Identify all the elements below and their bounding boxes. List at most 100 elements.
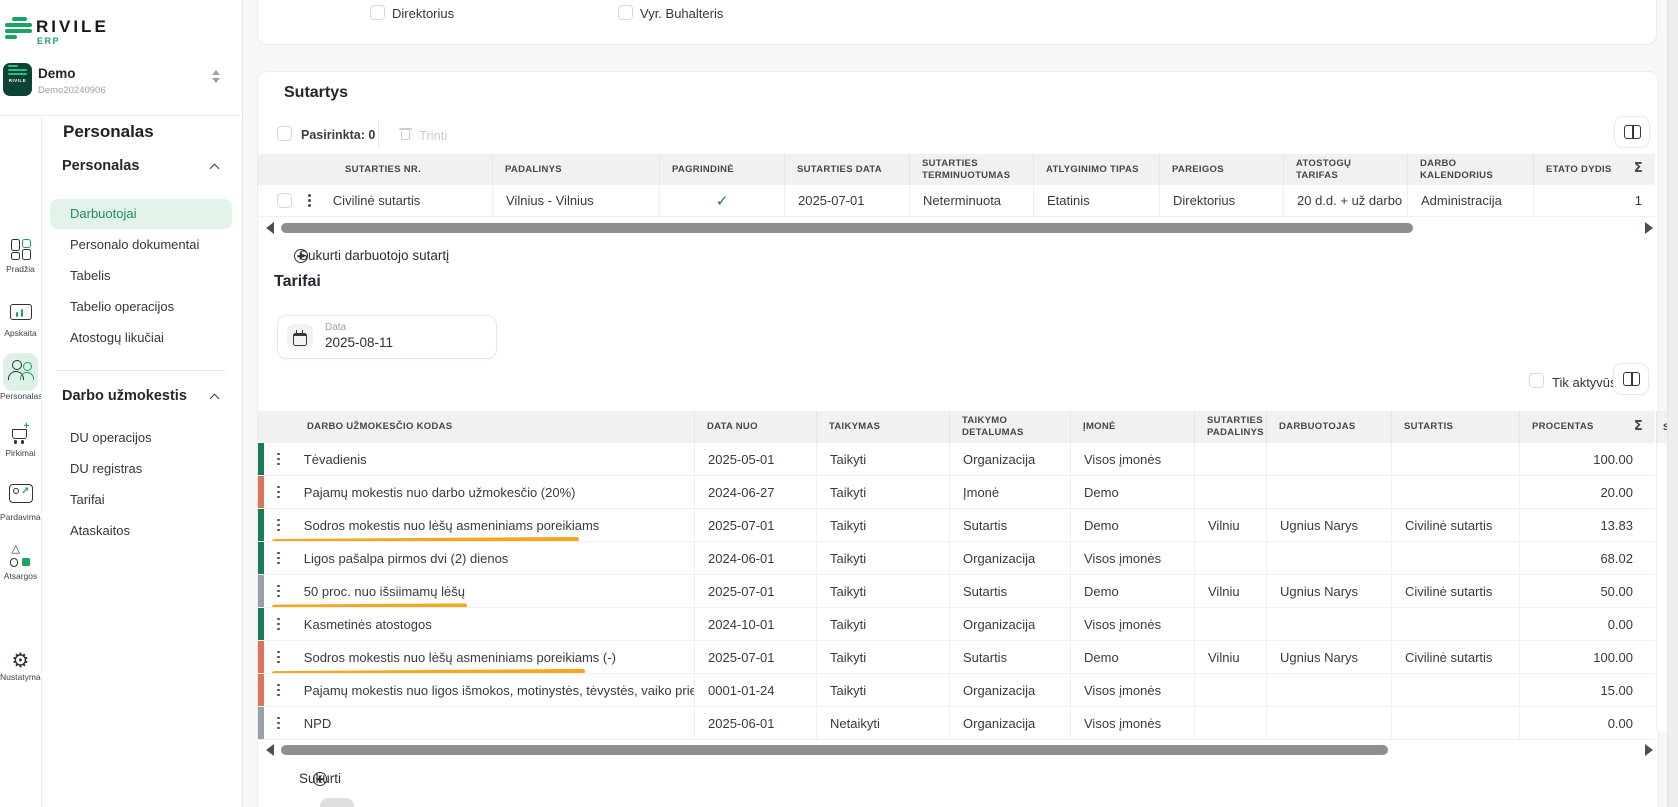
row-menu-icon[interactable] (277, 585, 280, 598)
scroll-left-arrow[interactable] (266, 744, 274, 756)
date-field-label: Data (325, 322, 346, 333)
only-active-label: Tik aktyvūs (1552, 375, 1617, 390)
horizontal-scrollbar-thumb[interactable] (281, 223, 1413, 233)
sutartys-row[interactable]: Civilinė sutartis Vilnius - Vilnius 2025… (258, 185, 1655, 217)
people-icon (8, 360, 34, 380)
only-active-checkbox[interactable] (1529, 373, 1544, 388)
cell-atostogu-tarifas: 20 d.d. + už darbo (1284, 185, 1408, 216)
row-status-bar (258, 707, 264, 739)
scroll-right-arrow[interactable] (1645, 222, 1653, 234)
form-card-partial: Direktorius Vyr. Buhalteris (257, 0, 1657, 45)
toolbar-divider (378, 120, 379, 147)
cell-kodas: Sodros mokestis nuo lėšų asmeniniams por… (304, 650, 616, 665)
sum-sigma-icon[interactable]: Σ (1634, 161, 1643, 177)
table-row[interactable]: Pajamų mokestis nuo darbo užmokesčio (20… (258, 476, 1655, 509)
table-row[interactable]: Pajamų mokestis nuo ligos išmokos, motin… (258, 674, 1655, 707)
cell-kodas: Pajamų mokestis nuo darbo užmokesčio (20… (304, 485, 576, 500)
sum-sigma-icon[interactable]: Σ (1634, 419, 1643, 435)
table-row[interactable]: Tėvadienis 2025-05-01 Taikyti Organizaci… (258, 443, 1655, 476)
rail-item-atsargos[interactable]: △ Atsargos (0, 546, 41, 581)
rivile-logo-icon (5, 17, 32, 41)
rail-item-personalas[interactable]: Personalas (0, 360, 41, 401)
horizontal-scrollbar-thumb[interactable] (281, 745, 1388, 755)
cell-atlyginimo-tipas: Etatinis (1034, 185, 1160, 216)
rail-item-pardavimai[interactable]: Pardavimai (0, 484, 41, 522)
chevron-up-icon[interactable] (210, 394, 220, 404)
cell-sutarties-nr: Civilinė sutartis (333, 193, 420, 208)
create-contract-button[interactable]: Sukurti darbuotojo sutartį (299, 248, 449, 263)
row-menu-icon[interactable] (277, 486, 280, 499)
workspace-avatar: RIVILE (3, 63, 32, 96)
table-row[interactable]: Sodros mokestis nuo lėšų asmeniniams por… (258, 641, 1655, 674)
row-status-bar (258, 575, 264, 607)
row-menu-icon[interactable] (277, 519, 280, 532)
scroll-right-arrow[interactable] (1645, 744, 1653, 756)
row-menu-icon[interactable] (308, 194, 311, 207)
column-settings-button[interactable] (1614, 116, 1650, 148)
rail-item-nustatymai[interactable]: ⚙ Nustatymai (0, 650, 41, 682)
date-field[interactable]: Data 2025-08-11 (277, 315, 497, 359)
calendar-icon-box (287, 324, 313, 350)
cell-kodas: NPD (304, 716, 331, 731)
rail-item-pirkimai[interactable]: + Pirkimai (0, 423, 41, 458)
table-row[interactable]: Sodros mokestis nuo lėšų asmeniniams por… (258, 509, 1655, 542)
cell-terminuotumas: Neterminuota (910, 185, 1034, 216)
sidebar-item-tarifai[interactable]: Tarifai (41, 485, 242, 515)
date-field-value[interactable]: 2025-08-11 (325, 335, 393, 350)
checked-icon (716, 192, 729, 210)
row-checkbox[interactable] (277, 193, 292, 208)
create-tariff-button[interactable]: Sukurti (299, 771, 341, 786)
row-menu-icon[interactable] (277, 717, 280, 730)
sutartys-header-row: SUTARTIES NR. PADALINYS PAGRINDINĖ SUTAR… (258, 154, 1655, 185)
sidebar-item-personalo-dokumentai[interactable]: Personalo dokumentai (41, 230, 242, 260)
select-all-checkbox[interactable] (277, 126, 292, 141)
sidebar-item-atostogu-likuciai[interactable]: Atostogų likučiai (41, 323, 242, 353)
sidebar-item-darbuotojai[interactable]: Darbuotojai (50, 199, 232, 229)
row-status-bar (258, 608, 264, 640)
shapes-icon: △ (10, 546, 32, 566)
vyr-buhalteris-checkbox[interactable] (618, 5, 633, 20)
table-row[interactable]: NPD 2025-06-01 Netaikyti Organizacija Vi… (258, 707, 1655, 740)
sutartys-table: SUTARTIES NR. PADALINYS PAGRINDINĖ SUTAR… (258, 154, 1655, 217)
cell-kodas: Pajamų mokestis nuo ligos išmokos, motin… (304, 683, 695, 698)
row-menu-icon[interactable] (277, 552, 280, 565)
cart-icon: + (10, 423, 32, 443)
row-menu-icon[interactable] (277, 684, 280, 697)
table-row[interactable]: Ligos pašalpa pirmos dvi (2) dienos 2024… (258, 542, 1655, 575)
table-row[interactable]: 50 proc. nuo išsiimamų lėšų 2025-07-01 T… (258, 575, 1655, 608)
tarifai-title: Tarifai (274, 273, 321, 291)
sidebar-item-du-operacijos[interactable]: DU operacijos (41, 423, 242, 453)
sidebar-item-du-registras[interactable]: DU registras (41, 454, 242, 484)
brand-name: RIVILE (36, 17, 109, 37)
gear-icon: ⚙ (12, 650, 30, 670)
vyr-buhalteris-label: Vyr. Buhalteris (640, 6, 723, 21)
highlight-underline-annotation (272, 669, 585, 673)
highlight-underline-annotation (272, 603, 467, 607)
delete-button[interactable]: Trinti (419, 128, 447, 143)
direktorius-label: Direktorius (392, 6, 454, 21)
row-menu-icon[interactable] (277, 453, 280, 466)
row-menu-icon[interactable] (277, 651, 280, 664)
workspace-id: Demo20240906 (38, 85, 106, 96)
rail-item-pradzia[interactable]: Pradžia (0, 239, 41, 274)
menu-section-darbo-uzmokestis[interactable]: Darbo užmokestis (62, 388, 187, 404)
menu-section-personalas[interactable]: Personalas (62, 158, 139, 174)
table-row[interactable]: Kasmetinės atostogos 2024-10-01 Taikyti … (258, 608, 1655, 641)
menu-divider (56, 370, 226, 371)
workspace-switcher-icon[interactable] (212, 70, 220, 83)
row-menu-icon[interactable] (277, 618, 280, 631)
sidebar-item-ataskaitos[interactable]: Ataskaitos (41, 516, 242, 546)
scroll-left-arrow[interactable] (266, 222, 274, 234)
calendar-icon (293, 330, 308, 345)
cell-pareigos: Direktorius (1160, 185, 1284, 216)
workspace-name: Demo (38, 66, 76, 81)
trash-icon (399, 127, 412, 140)
chevron-up-icon[interactable] (210, 164, 220, 174)
rail-item-apskaita[interactable]: Apskaita (0, 301, 41, 338)
column-settings-button[interactable] (1613, 363, 1649, 395)
cell-darbo-kalendorius: Administracija (1408, 185, 1534, 216)
page-scrollbar[interactable] (1667, 0, 1678, 807)
sidebar-item-tabelis[interactable]: Tabelis (41, 261, 242, 291)
direktorius-checkbox[interactable] (370, 5, 385, 20)
sidebar-item-tabelio-operacijos[interactable]: Tabelio operacijos (41, 292, 242, 322)
